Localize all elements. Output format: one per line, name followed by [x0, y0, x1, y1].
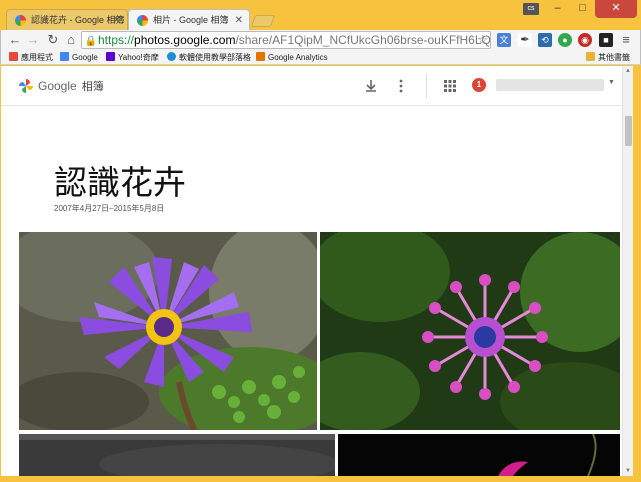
window-controls: cs – □ ✕	[523, 0, 637, 20]
scroll-down-icon[interactable]: ▼	[625, 468, 631, 474]
profile-badge[interactable]: cs	[523, 3, 539, 15]
tab-title: 認識花卉 - Google 相簿	[31, 15, 125, 25]
url-path: /share/AF1QipM_NCfUkcGh06brse-ouKFfH6LQK…	[235, 33, 491, 47]
water-lily-image	[19, 232, 317, 430]
apps-icon[interactable]	[442, 78, 458, 94]
page-scrollbar[interactable]: ▲ ▼	[622, 66, 633, 476]
green-extension-icon[interactable]: ●	[558, 33, 572, 47]
address-bar[interactable]: 🔒https://photos.google.com/share/AF1QipM…	[81, 31, 491, 49]
other-bookmarks[interactable]: 其他書籤	[586, 51, 630, 64]
adblock-extension-icon[interactable]: ◉	[578, 33, 592, 47]
sync-extension-icon[interactable]: ⟲	[538, 33, 552, 47]
partial-photo-image	[338, 434, 620, 476]
dark-extension-icon[interactable]: ■	[599, 33, 613, 47]
photo-partial-right[interactable]	[338, 434, 620, 476]
google-photos-favicon-icon	[137, 15, 148, 26]
account-email-blurred[interactable]	[496, 79, 604, 91]
maximize-button[interactable]: □	[570, 0, 595, 18]
tab-close-icon[interactable]: ✕	[113, 10, 121, 30]
osteospermum-image	[320, 232, 620, 430]
divider	[426, 74, 427, 98]
tab-photos-active[interactable]: 相片 - Google 相簿 ✕	[128, 9, 250, 30]
folder-icon	[586, 52, 595, 61]
lock-icon: 🔒	[84, 36, 98, 47]
forward-arrow-icon[interactable]: →	[25, 32, 41, 48]
google-g-icon	[60, 52, 69, 61]
bookmark-analytics[interactable]: Google Analytics	[256, 51, 328, 64]
tab-title: 相片 - Google 相簿	[153, 15, 229, 25]
photos-app-bar: Google 相簿 1 ▼	[1, 66, 622, 106]
logo-text: Google	[38, 79, 77, 93]
bookmark-google[interactable]: Google	[60, 51, 98, 64]
bookmark-yahoo[interactable]: Yahoo!奇摩	[106, 51, 159, 64]
google-photos-logo[interactable]: Google 相簿	[19, 78, 104, 94]
back-arrow-icon[interactable]: ←	[7, 32, 23, 48]
bookmark-apps[interactable]: 應用程式	[9, 51, 53, 64]
url-scheme: https://	[98, 33, 135, 47]
tab-album-inactive[interactable]: 認識花卉 - Google 相簿 ✕	[6, 9, 128, 30]
new-tab-button[interactable]	[250, 15, 276, 27]
page-viewport: Google 相簿 1 ▼ 認識花卉 2007年4月27日–2015年5月8日	[1, 66, 622, 476]
partial-photo-image	[19, 434, 335, 476]
home-icon[interactable]: ⌂	[63, 32, 79, 48]
window-border-right	[633, 66, 641, 482]
url-host: photos.google.com	[134, 33, 236, 47]
logo-subtitle: 相簿	[81, 81, 104, 93]
photo-pink-osteospermum[interactable]	[320, 232, 620, 430]
account-dropdown-icon[interactable]: ▼	[608, 79, 615, 86]
pinwheel-icon	[19, 79, 33, 93]
photo-purple-water-lily[interactable]	[19, 232, 317, 430]
google-photos-favicon-icon	[15, 15, 26, 26]
reload-icon[interactable]: ↻	[45, 32, 61, 48]
bookmark-star-icon[interactable]: ☆	[477, 32, 489, 48]
album-title: 認識花卉	[54, 163, 186, 202]
album-date-range: 2007年4月27日–2015年5月8日	[54, 204, 165, 213]
download-icon[interactable]	[363, 78, 379, 94]
scroll-up-icon[interactable]: ▲	[625, 68, 631, 74]
pen-extension-icon[interactable]: ✒	[518, 33, 532, 47]
tab-close-icon[interactable]: ✕	[235, 10, 243, 30]
browser-toolbar: ← → ↻ ⌂ 🔒https://photos.google.com/share…	[0, 30, 641, 50]
more-vert-icon[interactable]	[393, 78, 409, 94]
close-window-button[interactable]: ✕	[595, 0, 637, 18]
bookmarks-bar: 應用程式 Google Yahoo!奇摩 軟體使用教學部落格 Google An…	[0, 50, 641, 65]
apps-grid-icon	[9, 52, 18, 61]
analytics-icon	[256, 52, 265, 61]
scrollbar-thumb[interactable]	[625, 116, 632, 146]
blog-icon	[167, 52, 176, 61]
photo-partial-left[interactable]	[19, 434, 335, 476]
translate-extension-icon[interactable]: 文	[497, 33, 511, 47]
bookmark-blog[interactable]: 軟體使用教學部落格	[167, 51, 251, 64]
chrome-menu-icon[interactable]: ≡	[618, 32, 634, 48]
yahoo-icon	[106, 52, 115, 61]
tab-strip: 認識花卉 - Google 相簿 ✕ 相片 - Google 相簿 ✕ cs –…	[0, 0, 641, 30]
minimize-button[interactable]: –	[545, 0, 570, 18]
notification-badge[interactable]: 1	[472, 78, 486, 92]
